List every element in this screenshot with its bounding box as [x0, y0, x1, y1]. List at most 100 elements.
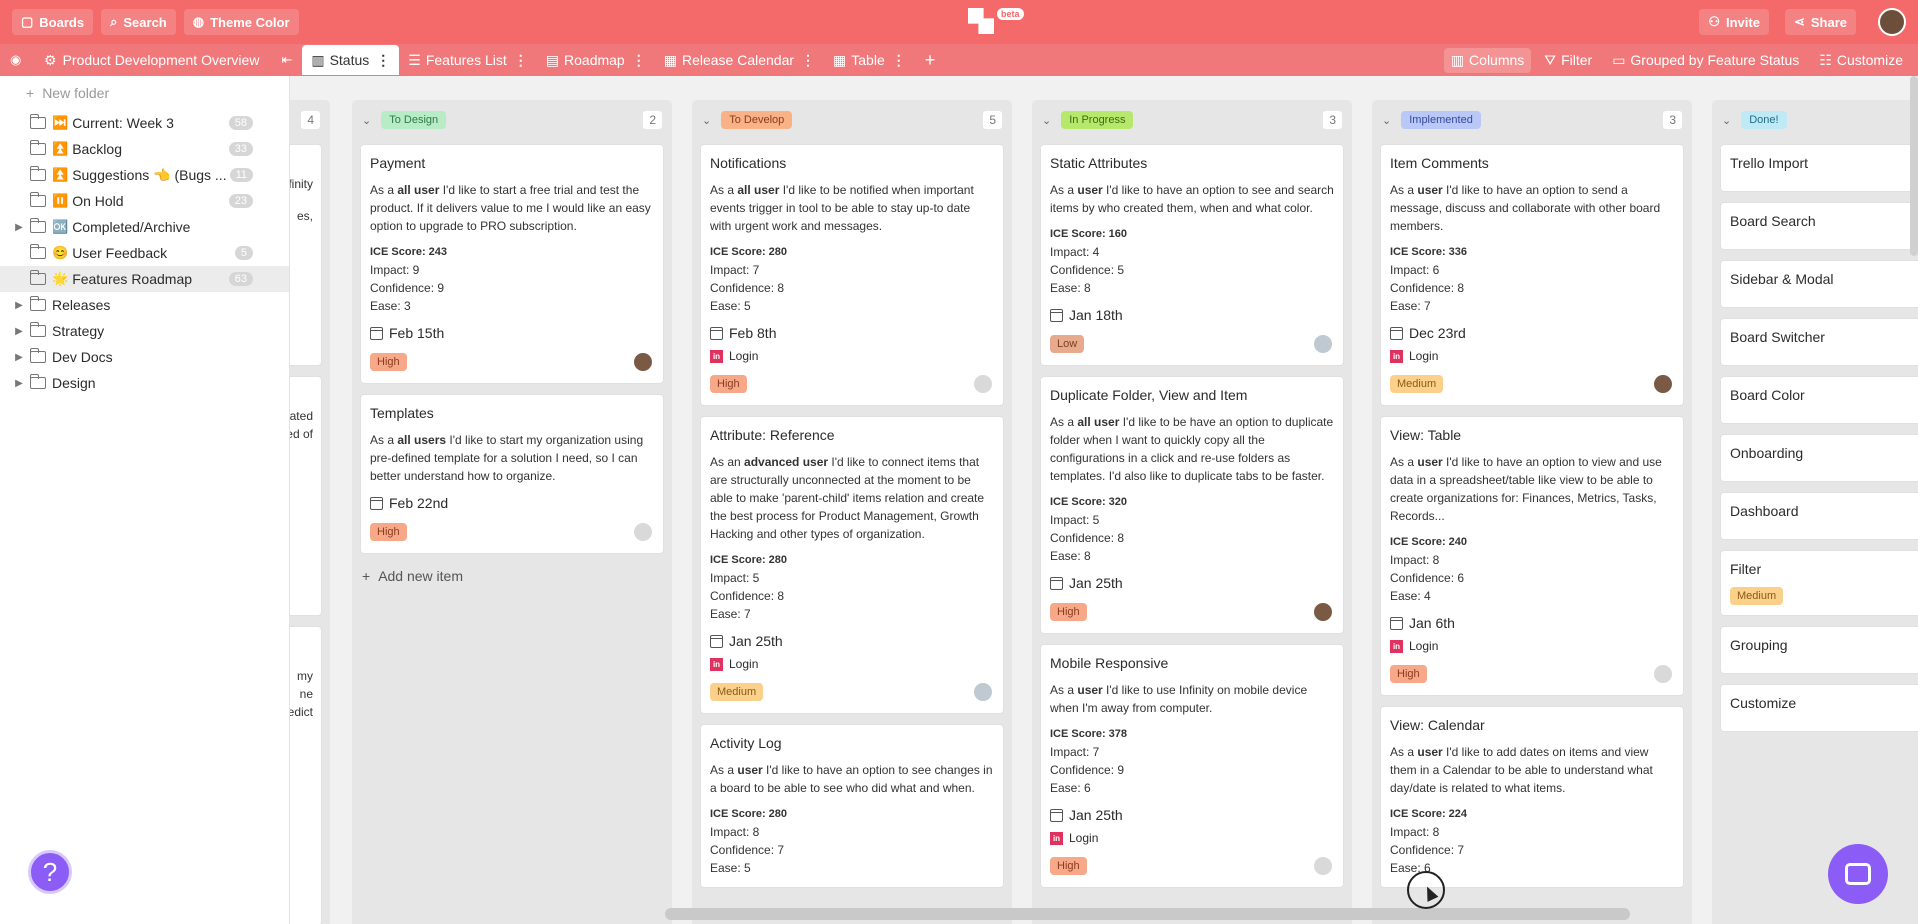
add-new-item-button[interactable]: + Add new item	[362, 568, 463, 584]
due-date[interactable]: Jan 18th	[1050, 307, 1334, 323]
eye-icon[interactable]: ◉	[10, 52, 30, 68]
item-card-partial[interactable]: my ne edict	[290, 626, 322, 924]
folder-item[interactable]: ▶ 🆗 Completed/Archive	[0, 214, 289, 240]
due-date[interactable]: Dec 23rd	[1390, 325, 1674, 341]
assignee-avatar[interactable]	[1652, 663, 1674, 685]
assignee-avatar[interactable]	[972, 373, 994, 395]
assignee-avatar[interactable]	[1312, 855, 1334, 877]
tab-features-list[interactable]: ☰ Features List ⋮	[399, 45, 537, 75]
folder-item[interactable]: ▶ Releases	[0, 292, 289, 318]
item-card[interactable]: Item Comments As a user I'd like to have …	[1380, 144, 1684, 406]
chevron-right-icon[interactable]: ▶	[12, 300, 26, 311]
item-card[interactable]: Board Color	[1720, 376, 1918, 424]
tab-status[interactable]: ▥ Status ⋮	[302, 45, 400, 75]
horizontal-scrollbar[interactable]	[665, 908, 1630, 920]
linked-item[interactable]: in Login	[710, 657, 994, 671]
columns-button[interactable]: ▥ Columns	[1443, 47, 1532, 73]
group-by-button[interactable]: ▭ Grouped by Feature Status	[1605, 48, 1806, 73]
folder-item[interactable]: ▶ Design	[0, 370, 289, 396]
item-card[interactable]: Dashboard	[1720, 492, 1918, 540]
item-card[interactable]: Static Attributes As a user I'd like to h…	[1040, 144, 1344, 366]
item-card[interactable]: Board Search	[1720, 202, 1918, 250]
linked-item[interactable]: in Login	[1390, 349, 1674, 363]
item-card[interactable]: Onboarding	[1720, 434, 1918, 482]
theme-color-button[interactable]: ◍ Theme Color	[183, 9, 299, 35]
item-card[interactable]: Templates As a all users I'd like to star…	[360, 394, 664, 554]
folder-item[interactable]: ▶ Strategy	[0, 318, 289, 344]
item-card[interactable]: Sidebar & Modal	[1720, 260, 1918, 308]
due-date[interactable]: Jan 25th	[710, 633, 994, 649]
due-date[interactable]: Feb 22nd	[370, 495, 654, 511]
chat-button[interactable]	[1828, 844, 1888, 904]
customize-button[interactable]: ☷ Customize	[1812, 48, 1910, 73]
item-card[interactable]: Attribute: Reference As an advanced user …	[700, 416, 1004, 714]
tab-menu-icon[interactable]: ⋮	[632, 52, 646, 69]
item-card[interactable]: View: Table As a user I'd like to have an…	[1380, 416, 1684, 696]
item-card[interactable]: Customize	[1720, 684, 1918, 732]
folder-item[interactable]: ▶ Dev Docs	[0, 344, 289, 370]
share-button[interactable]: ⋖ Share	[1784, 9, 1856, 35]
item-card[interactable]: Grouping	[1720, 626, 1918, 674]
assignee-avatar[interactable]	[1652, 373, 1674, 395]
chevron-right-icon[interactable]: ▶	[12, 222, 26, 233]
assignee-avatar[interactable]	[632, 521, 654, 543]
new-folder-button[interactable]: + New folder	[0, 76, 289, 110]
chevron-right-icon[interactable]: ▶	[12, 352, 26, 363]
linked-item[interactable]: in Login	[1050, 831, 1334, 845]
tab-menu-icon[interactable]: ⋮	[514, 52, 528, 69]
tab-menu-icon[interactable]: ⋮	[801, 52, 815, 69]
linked-item[interactable]: in Login	[710, 349, 994, 363]
item-card[interactable]: Notifications As a all user I'd like to b…	[700, 144, 1004, 406]
search-button[interactable]: ⌕ Search	[101, 9, 176, 35]
board-title[interactable]: ⚙ Product Development Overview	[44, 52, 259, 69]
app-logo[interactable]: beta	[968, 8, 1024, 34]
tab-table[interactable]: ▦ Table ⋮	[824, 45, 915, 75]
chevron-down-icon[interactable]: ⌄	[1722, 114, 1731, 127]
chevron-right-icon[interactable]: ▶	[12, 378, 26, 389]
item-card[interactable]: Duplicate Folder, View and Item As a all …	[1040, 376, 1344, 634]
filter-button[interactable]: ⛛ Filter	[1537, 48, 1599, 73]
add-tab-button[interactable]: +	[915, 50, 946, 71]
assignee-avatar[interactable]	[1312, 601, 1334, 623]
item-card[interactable]: Payment As a all user I'd like to start a…	[360, 144, 664, 384]
folder-item[interactable]: ⏸️ On Hold 23	[0, 188, 289, 214]
chevron-down-icon[interactable]: ⌄	[362, 114, 371, 127]
tab-roadmap[interactable]: ▤ Roadmap ⋮	[537, 45, 655, 75]
item-card-partial[interactable]: lated eed of	[290, 376, 322, 616]
impact-field: Impact: 7	[710, 263, 760, 277]
assignee-avatar[interactable]	[1312, 333, 1334, 355]
folder-item[interactable]: 🌟 Features Roadmap 63	[0, 266, 289, 292]
vertical-scrollbar[interactable]	[1910, 76, 1918, 256]
item-card[interactable]: Board Switcher	[1720, 318, 1918, 366]
linked-item[interactable]: in Login	[1390, 639, 1674, 653]
chevron-down-icon[interactable]: ⌄	[1382, 114, 1391, 127]
chevron-right-icon[interactable]: ▶	[12, 326, 26, 337]
item-card[interactable]: Filter Medium	[1720, 550, 1918, 616]
help-button[interactable]: ?	[28, 850, 72, 894]
due-date[interactable]: Jan 25th	[1050, 807, 1334, 823]
item-card[interactable]: Activity Log As a user I'd like to have a…	[700, 724, 1004, 888]
due-date[interactable]: Jan 25th	[1050, 575, 1334, 591]
item-card[interactable]: View: Calendar As a user I'd like to add …	[1380, 706, 1684, 888]
boards-button[interactable]: ▢ Boards	[12, 9, 94, 35]
assignee-avatar[interactable]	[972, 681, 994, 703]
assignee-avatar[interactable]	[632, 351, 654, 373]
tab-menu-icon[interactable]: ⋮	[892, 52, 906, 69]
chevron-down-icon[interactable]: ⌄	[702, 114, 711, 127]
tab-menu-icon[interactable]: ⋮	[376, 52, 390, 69]
invite-button[interactable]: ⚇ Invite	[1699, 9, 1769, 35]
folder-item[interactable]: ⏫ Backlog 33	[0, 136, 289, 162]
item-card-partial[interactable]: nfinity es,	[290, 144, 322, 366]
due-date[interactable]: Jan 6th	[1390, 615, 1674, 631]
item-card[interactable]: Mobile Responsive As a user I'd like to u…	[1040, 644, 1344, 888]
due-date[interactable]: Feb 15th	[370, 325, 654, 341]
item-card[interactable]: Trello Import	[1720, 144, 1918, 192]
collapse-sidebar-icon[interactable]: ⇤	[281, 52, 292, 68]
user-avatar[interactable]	[1878, 8, 1906, 36]
tab-release-calendar[interactable]: ▦ Release Calendar ⋮	[655, 45, 824, 75]
folder-item[interactable]: ⏭️ Current: Week 3 58	[0, 110, 289, 136]
folder-item[interactable]: ⏫ Suggestions 👈 (Bugs ... 11	[0, 162, 289, 188]
folder-item[interactable]: 😊 User Feedback 5	[0, 240, 289, 266]
due-date[interactable]: Feb 8th	[710, 325, 994, 341]
chevron-down-icon[interactable]: ⌄	[1042, 114, 1051, 127]
